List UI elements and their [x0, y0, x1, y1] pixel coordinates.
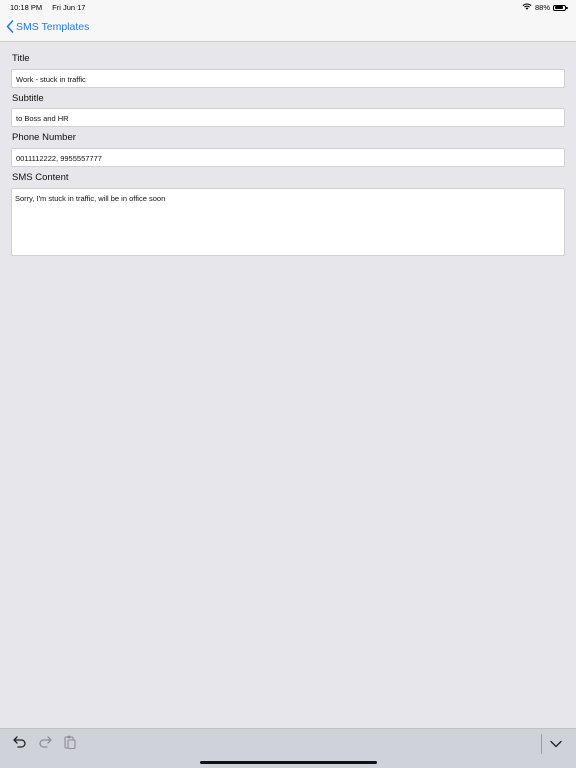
paste-button[interactable] — [61, 735, 79, 753]
title-input[interactable]: Work - stuck in traffic — [11, 69, 565, 88]
battery-percent: 88% — [534, 3, 550, 12]
keyboard-dismiss-icon — [550, 735, 562, 753]
dismiss-keyboard-button[interactable] — [547, 735, 565, 753]
status-time: 10:18 PM — [10, 3, 43, 12]
paste-icon — [64, 735, 76, 754]
status-date: Fri Jun 17 — [52, 3, 86, 12]
phone-number-input[interactable]: 0011112222, 9955557777 — [11, 148, 565, 167]
toolbar-divider — [541, 734, 542, 754]
battery-icon — [553, 4, 568, 11]
redo-icon — [38, 735, 52, 753]
chevron-left-icon — [6, 20, 14, 33]
home-indicator[interactable] — [200, 761, 377, 764]
back-button-label: SMS Templates — [16, 20, 90, 33]
title-label: Title — [12, 53, 30, 64]
redo-button[interactable] — [36, 735, 54, 753]
phone-number-label: Phone Number — [12, 132, 76, 143]
undo-icon — [13, 735, 27, 753]
navigation-bar: SMS Templates — [0, 14, 576, 42]
status-bar: 10:18 PM Fri Jun 17 88% — [0, 0, 576, 14]
subtitle-input[interactable]: to Boss and HR — [11, 108, 565, 127]
undo-button[interactable] — [11, 735, 29, 753]
back-button[interactable]: SMS Templates — [6, 20, 89, 33]
keyboard-toolbar — [0, 728, 576, 768]
battery-fill — [554, 6, 564, 9]
sms-content-label: SMS Content — [12, 172, 69, 183]
sms-content-textarea[interactable]: Sorry, I'm stuck in traffic, will be in … — [11, 188, 565, 256]
screen: 10:18 PM Fri Jun 17 88% SMS Templates Ti… — [0, 0, 576, 768]
subtitle-label: Subtitle — [12, 93, 44, 104]
wifi-icon — [522, 3, 532, 12]
